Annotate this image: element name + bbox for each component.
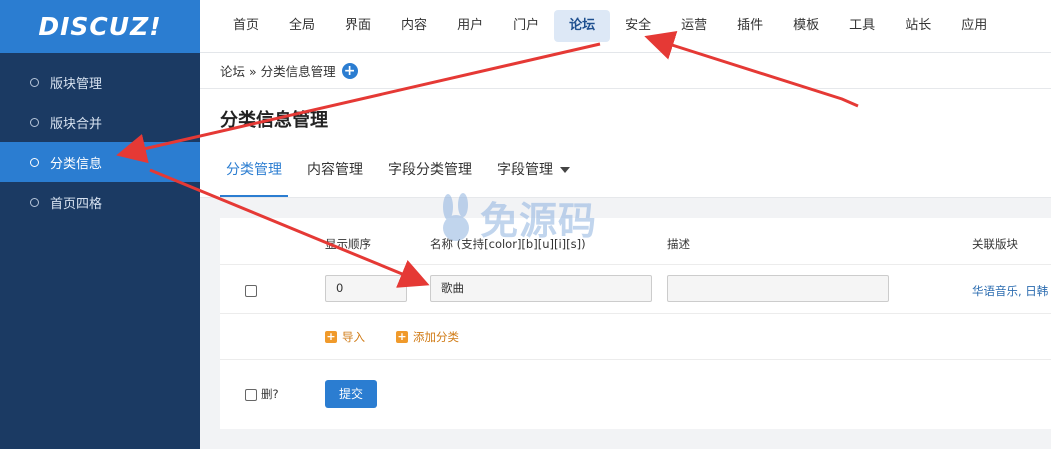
caret-down-icon <box>560 167 570 173</box>
row-divider <box>220 264 1051 265</box>
order-input[interactable]: 0 <box>325 275 407 302</box>
tab-field-manage[interactable]: 字段管理 <box>491 151 576 198</box>
sidebar-item-label: 首页四格 <box>50 196 103 212</box>
nav-plugins[interactable]: 插件 <box>722 10 778 42</box>
nav-forum[interactable]: 论坛 <box>554 10 611 42</box>
page-title: 分类信息管理 <box>220 110 328 131</box>
logo-box[interactable]: DISCUZ! <box>0 0 200 53</box>
row-divider <box>220 359 1051 360</box>
circle-icon <box>30 197 39 207</box>
add-shortcut-plus-icon[interactable]: + <box>341 62 358 79</box>
nav-security[interactable]: 安全 <box>610 10 666 42</box>
header-order: 显示顺序 <box>325 237 371 251</box>
description-input[interactable] <box>667 275 889 302</box>
category-table-panel: 显示顺序 名称 (支持[color][b][u][i][s]) 描述 关联版块 … <box>220 218 1051 429</box>
header-forums: 关联版块 <box>972 237 1018 251</box>
add-category-label: 添加分类 <box>413 330 459 344</box>
circle-icon <box>30 77 39 87</box>
plus-icon: + <box>325 330 337 343</box>
nav-content[interactable]: 内容 <box>386 10 442 42</box>
nav-global[interactable]: 全局 <box>274 10 330 42</box>
header-name: 名称 (支持[color][b][u][i][s]) <box>430 237 586 251</box>
import-label: 导入 <box>342 330 365 344</box>
nav-portal[interactable]: 门户 <box>498 10 554 42</box>
nav-users[interactable]: 用户 <box>442 10 498 42</box>
name-input[interactable]: 歌曲 <box>430 275 652 302</box>
nav-apps[interactable]: 应用 <box>946 10 1002 42</box>
logo: DISCUZ! <box>38 12 162 41</box>
tab-content-manage[interactable]: 内容管理 <box>301 151 369 198</box>
nav-templates[interactable]: 模板 <box>778 10 834 42</box>
sidebar-item-home-grid[interactable]: 首页四格 <box>0 182 200 222</box>
row-divider <box>220 313 1051 314</box>
tab-label: 字段管理 <box>497 162 553 178</box>
forums-link[interactable]: 华语音乐, 日韩 <box>972 283 1048 299</box>
tab-field-category-manage[interactable]: 字段分类管理 <box>382 151 478 198</box>
import-button[interactable]: + 导入 <box>325 329 365 345</box>
sidebar-item-category-info[interactable]: 分类信息 <box>0 142 200 182</box>
sidebar-item-forum-merge[interactable]: 版块合并 <box>0 102 200 142</box>
add-category-button[interactable]: + 添加分类 <box>396 329 459 345</box>
nav-home[interactable]: 首页 <box>218 10 274 42</box>
header-description: 描述 <box>667 237 690 251</box>
row-select-checkbox[interactable] <box>245 285 257 297</box>
sidebar-item-forum-manage[interactable]: 版块管理 <box>0 62 200 102</box>
sidebar: DISCUZ! 版块管理 版块合并 分类信息 首页四格 <box>0 0 200 449</box>
plus-icon: + <box>396 330 408 343</box>
nav-operations[interactable]: 运营 <box>666 10 722 42</box>
breadcrumb[interactable]: 论坛 » 分类信息管理 <box>220 61 336 80</box>
tab-bar: 分类管理 内容管理 字段分类管理 字段管理 <box>220 151 589 198</box>
breadcrumb-bar: 论坛 » 分类信息管理 + <box>200 53 1051 89</box>
delete-label: 删? <box>261 387 279 401</box>
sidebar-item-label: 版块合并 <box>50 116 103 132</box>
side-menu: 版块管理 版块合并 分类信息 首页四格 <box>0 62 200 222</box>
nav-admin[interactable]: 站长 <box>890 10 946 42</box>
page-header: 分类信息管理 分类管理 内容管理 字段分类管理 字段管理 <box>200 89 1051 198</box>
top-nav: 首页 全局 界面 内容 用户 门户 论坛 安全 运营 插件 模板 工具 站长 应… <box>200 0 1051 53</box>
delete-checkbox[interactable] <box>245 389 257 401</box>
nav-tools[interactable]: 工具 <box>834 10 890 42</box>
nav-interface[interactable]: 界面 <box>330 10 386 42</box>
circle-icon <box>30 157 39 167</box>
circle-icon <box>30 117 39 127</box>
sidebar-item-label: 版块管理 <box>50 76 103 92</box>
tab-category-manage[interactable]: 分类管理 <box>220 151 288 197</box>
submit-button[interactable]: 提交 <box>325 380 377 408</box>
sidebar-item-label: 分类信息 <box>50 156 103 172</box>
